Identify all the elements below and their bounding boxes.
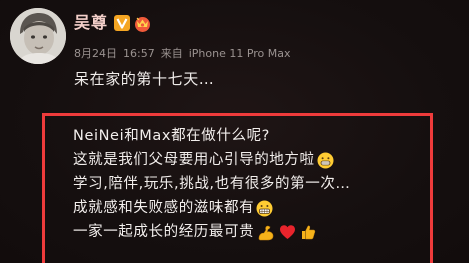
quote-line-3: 学习,陪伴,玩乐,挑战,也有很多的第一次… xyxy=(73,172,429,196)
source-prefix: 来自 xyxy=(160,47,183,60)
quote-line-text: NeiNei和Max都在做什么呢? xyxy=(73,128,270,144)
grimacing-face-icon xyxy=(256,200,273,216)
avatar[interactable] xyxy=(10,8,66,64)
quote-line-text: 这就是我们父母要用心引导的地方啦 xyxy=(73,152,315,168)
post-body: 呆在家的第十七天… xyxy=(74,70,215,88)
avatar-photo-icon xyxy=(10,8,66,64)
quote-line-text: 一家一起成长的经历最可贵 xyxy=(73,224,255,240)
verified-v-icon[interactable] xyxy=(114,15,131,31)
thumbs-up-icon xyxy=(302,225,316,240)
quote-line-5: 一家一起成长的经历最可贵 xyxy=(73,220,429,244)
quote-line-text: 学习,陪伴,玩乐,挑战,也有很多的第一次… xyxy=(73,176,351,192)
grinning-face-icon xyxy=(317,152,334,168)
author-row: 吴尊 xyxy=(74,12,152,34)
red-heart-icon xyxy=(280,225,296,239)
quote-line-text: 成就感和失败感的滋味都有 xyxy=(73,200,255,216)
quote-line-4: 成就感和失败感的滋味都有 xyxy=(73,196,429,220)
post-date[interactable]: 8月24日 xyxy=(74,46,117,62)
flexed-biceps-icon xyxy=(258,225,274,240)
post-meta: 8月24日 16:57 来自 iPhone 11 Pro Max xyxy=(74,46,291,62)
post-time[interactable]: 16:57 xyxy=(123,46,155,62)
quote-line-1: NeiNei和Max都在做什么呢? xyxy=(73,124,429,148)
quote-text-block: NeiNei和Max都在做什么呢? 这就是我们父母要用心引导的地方啦 学习,陪伴… xyxy=(73,124,429,244)
post-card: 吴尊 8月24日 16:57 来自 iPhone 11 Pro Max 呆在家的… xyxy=(0,0,469,263)
quote-line-2: 这就是我们父母要用心引导的地方啦 xyxy=(73,148,429,172)
author-name[interactable]: 吴尊 xyxy=(74,13,108,33)
post-source: iPhone 11 Pro Max xyxy=(188,47,291,60)
vip-crown-icon[interactable] xyxy=(133,15,152,32)
